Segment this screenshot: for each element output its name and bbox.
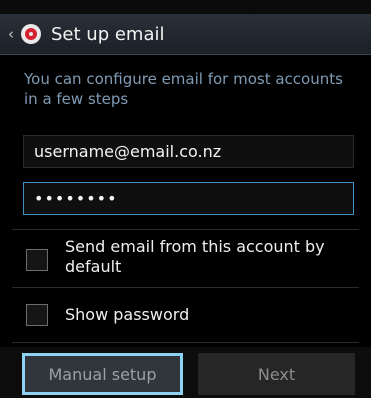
divider [12, 342, 359, 343]
status-bar [0, 0, 371, 14]
send-default-option[interactable]: Send email from this account by default [0, 229, 371, 287]
send-default-label: Send email from this account by default [65, 237, 325, 276]
show-password-checkbox[interactable] [26, 304, 48, 326]
email-field[interactable]: username@email.co.nz [23, 135, 354, 168]
page-title: Set up email [51, 23, 165, 45]
password-field[interactable]: •••••••• [23, 182, 354, 215]
show-password-option[interactable]: Show password [0, 287, 371, 342]
chevron-left-icon[interactable]: ‹ [8, 26, 18, 42]
action-bar: ‹ Set up email [0, 14, 371, 55]
manual-setup-button[interactable]: Manual setup [22, 353, 183, 395]
show-password-label: Show password [65, 305, 190, 324]
intro-text: You can configure email for most account… [24, 70, 343, 108]
send-default-checkbox[interactable] [26, 249, 48, 271]
next-button[interactable]: Next [198, 353, 355, 395]
email-app-icon[interactable] [21, 24, 41, 44]
